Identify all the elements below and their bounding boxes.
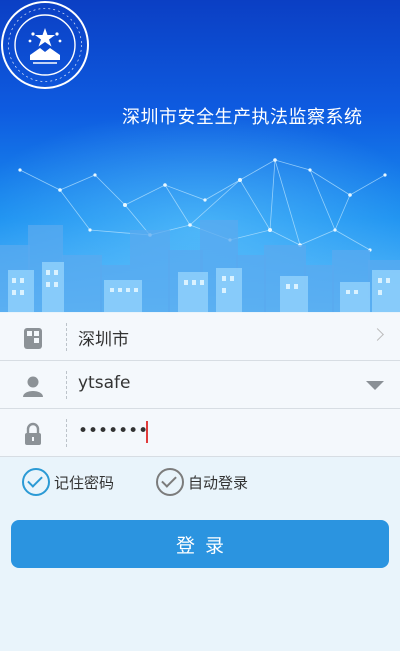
city-value: 深圳市: [78, 330, 129, 350]
user-icon: [23, 376, 43, 397]
row-divider: [66, 419, 67, 447]
lock-icon: [25, 422, 41, 445]
row-divider: [66, 371, 67, 399]
text-cursor: [146, 421, 148, 443]
emblem-logo: [1, 1, 89, 89]
checkmark-icon: [161, 472, 177, 488]
login-screen: 深圳市安全生产执法监察系统 深圳市 ytsafe ••••••• 记住密码 自动…: [0, 0, 400, 651]
password-field[interactable]: •••••••: [0, 409, 400, 457]
username-field[interactable]: ytsafe: [0, 361, 400, 409]
login-button[interactable]: 登录: [11, 520, 389, 568]
app-title: 深圳市安全生产执法监察系统: [122, 107, 363, 128]
remember-password-checkbox[interactable]: 记住密码: [22, 468, 142, 496]
chevron-right-icon: [371, 328, 384, 341]
checkbox-circle-icon: [22, 468, 50, 496]
checkbox-circle-icon: [156, 468, 184, 496]
header-banner: 深圳市安全生产执法监察系统: [0, 0, 400, 312]
remember-password-label: 记住密码: [54, 474, 115, 492]
password-value: •••••••: [78, 421, 149, 441]
row-divider: [66, 323, 67, 351]
auto-login-label: 自动登录: [188, 474, 249, 492]
auto-login-checkbox[interactable]: 自动登录: [156, 468, 276, 496]
city-selector[interactable]: 深圳市: [0, 313, 400, 361]
building-icon: [24, 328, 42, 349]
checkmark-icon: [27, 472, 43, 488]
username-value: ytsafe: [78, 373, 131, 393]
dropdown-arrow-icon[interactable]: [366, 381, 384, 390]
